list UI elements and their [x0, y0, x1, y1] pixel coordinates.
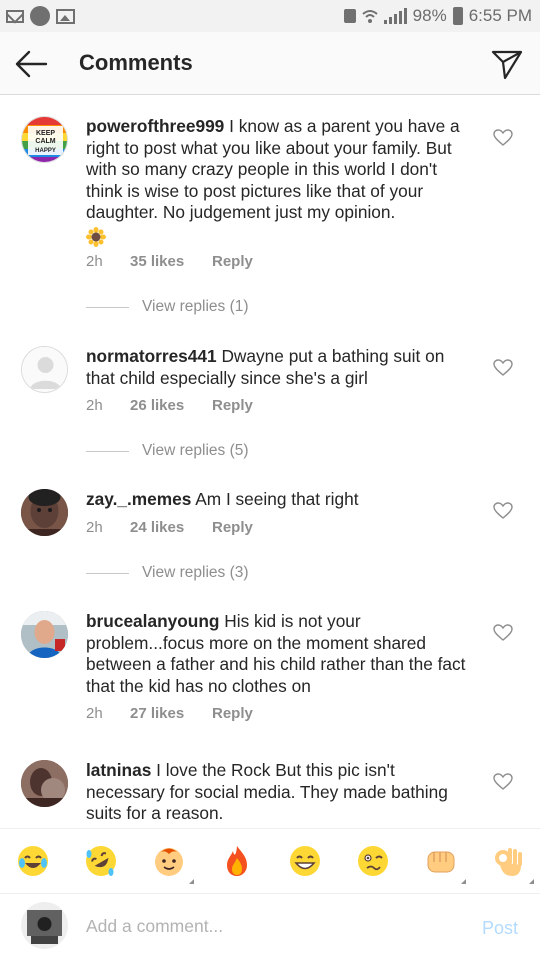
photo-avatar-icon: [21, 489, 68, 536]
default-avatar-icon: [22, 347, 67, 392]
lock-icon: [343, 9, 356, 23]
comment-likes[interactable]: 26 likes: [130, 397, 212, 414]
comment-username[interactable]: latninas: [86, 760, 151, 780]
baby-face-icon: [155, 848, 183, 876]
comment-text: normatorres441 Dwayne put a bathing suit…: [86, 346, 466, 389]
comment-composer: Post: [0, 894, 540, 960]
battery-percent: 98%: [412, 6, 447, 25]
divider-line: [86, 572, 129, 574]
avatar[interactable]: [21, 489, 68, 536]
gallery-icon: [56, 8, 75, 24]
comment-time: 2h: [86, 253, 103, 270]
mail-icon: [6, 9, 24, 23]
view-replies-button[interactable]: View replies (1): [86, 298, 249, 316]
emoji-quick-bar: [0, 828, 540, 894]
photo-avatar-icon: [21, 760, 68, 807]
reply-button[interactable]: Reply: [212, 705, 253, 722]
divider-line: [86, 450, 129, 452]
heart-icon[interactable]: [493, 129, 513, 147]
status-notifications: [6, 6, 75, 26]
svg-text:HAPPY: HAPPY: [35, 148, 56, 154]
view-replies-label: View replies (5): [142, 442, 249, 459]
whatsapp-icon: [30, 6, 50, 26]
clock: 6:55 PM: [468, 6, 532, 25]
comment-username[interactable]: brucealanyoung: [86, 611, 219, 631]
keep-calm-rainbow-avatar-icon: KEEP CALM HAPPY: [22, 117, 67, 162]
page-title: Comments: [79, 50, 193, 75]
comment-username[interactable]: zay._.memes: [86, 489, 191, 509]
view-replies-button[interactable]: View replies (3): [86, 564, 249, 582]
current-user-avatar: [21, 902, 68, 949]
status-bar: 98% 6:55 PM: [0, 0, 540, 32]
divider-line: [86, 306, 129, 308]
wifi-icon: [362, 10, 378, 23]
view-replies-label: View replies (1): [142, 298, 249, 315]
face-with-tears-of-joy-icon[interactable]: [16, 844, 50, 878]
heart-icon[interactable]: [493, 624, 513, 642]
ok-hand-button[interactable]: [492, 844, 534, 884]
comment-text: zay._.memes Am I seeing that right: [86, 489, 466, 511]
arrow-left-icon[interactable]: [14, 50, 48, 78]
heart-icon[interactable]: [493, 773, 513, 791]
reply-button[interactable]: Reply: [212, 519, 253, 536]
fire-icon[interactable]: [220, 844, 254, 878]
photo-avatar-icon: [21, 611, 68, 658]
avatar[interactable]: [21, 346, 68, 393]
sunflower-icon: [86, 226, 106, 247]
status-system: 98% 6:55 PM: [343, 6, 532, 26]
view-replies-button[interactable]: View replies (5): [86, 442, 249, 460]
avatar[interactable]: [21, 611, 68, 658]
comment-input[interactable]: [86, 908, 446, 944]
comment-text: latninas I love the Rock But this pic is…: [86, 760, 466, 825]
skin-tone-indicator: [189, 879, 194, 884]
comment-likes[interactable]: 35 likes: [130, 253, 212, 270]
comment-meta: 2h 35 likes Reply: [86, 253, 253, 270]
comment-meta: 2h 24 likes Reply: [86, 519, 253, 536]
heart-icon[interactable]: [493, 359, 513, 377]
baby-face-button[interactable]: [152, 844, 194, 884]
oncoming-fist-icon: [427, 851, 455, 873]
reply-button[interactable]: Reply: [212, 253, 253, 270]
woozy-face-icon[interactable]: [356, 844, 390, 878]
comment-likes[interactable]: 27 likes: [130, 705, 212, 722]
avatar[interactable]: KEEP CALM HAPPY: [21, 116, 68, 163]
skin-tone-indicator: [461, 879, 466, 884]
ok-hand-icon: [495, 848, 522, 876]
comment-text: brucealanyoung His kid is not your probl…: [86, 611, 466, 697]
comment-time: 2h: [86, 397, 103, 414]
battery-icon: [452, 7, 463, 25]
comment-meta: 2h 27 likes Reply: [86, 705, 253, 722]
comment-meta: 2h 26 likes Reply: [86, 397, 253, 414]
heart-icon[interactable]: [493, 502, 513, 520]
header: Comments: [0, 32, 540, 95]
view-replies-label: View replies (3): [142, 564, 249, 581]
comment-content: Am I seeing that right: [195, 489, 359, 509]
grinning-squinting-icon[interactable]: [288, 844, 322, 878]
svg-text:CALM: CALM: [35, 138, 55, 145]
comment-likes[interactable]: 24 likes: [130, 519, 212, 536]
photo-avatar-icon: [21, 902, 68, 949]
avatar[interactable]: [21, 760, 68, 807]
signal-icon: [383, 8, 407, 24]
post-button[interactable]: Post: [482, 918, 518, 939]
skin-tone-indicator: [529, 879, 534, 884]
comment-username[interactable]: normatorres441: [86, 346, 217, 366]
svg-text:KEEP: KEEP: [36, 130, 55, 137]
comment-time: 2h: [86, 519, 103, 536]
oncoming-fist-button[interactable]: [424, 844, 466, 884]
reply-button[interactable]: Reply: [212, 397, 253, 414]
rolling-on-floor-laughing-icon[interactable]: [84, 844, 118, 878]
comment-text: powerofthree999 I know as a parent you h…: [86, 116, 466, 253]
paper-plane-icon[interactable]: [490, 47, 524, 81]
comment-time: 2h: [86, 705, 103, 722]
comment-list[interactable]: KEEP CALM HAPPY powerofthree999 I know a…: [0, 96, 540, 828]
comment-username[interactable]: powerofthree999: [86, 116, 224, 136]
